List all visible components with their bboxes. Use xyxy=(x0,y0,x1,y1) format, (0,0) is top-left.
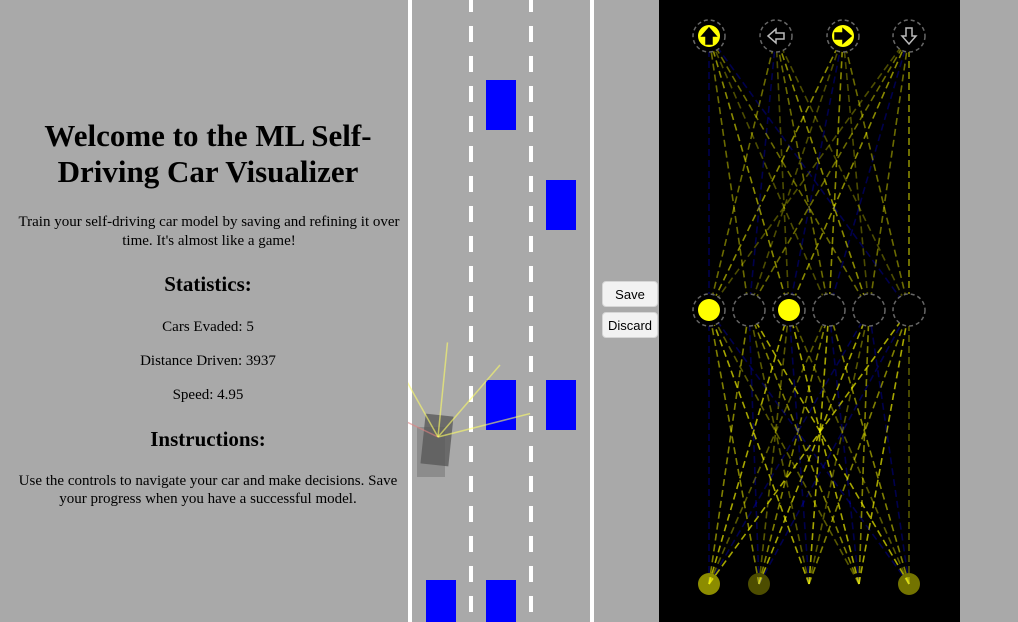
traffic-car xyxy=(486,80,516,130)
network-visualizer xyxy=(659,0,960,622)
road-canvas xyxy=(408,0,594,622)
instructions-text: Use the controls to navigate your car an… xyxy=(18,473,398,507)
player-car xyxy=(420,413,454,467)
input-node xyxy=(698,573,720,595)
input-node xyxy=(748,573,770,595)
traffic-car xyxy=(426,580,456,622)
traffic-car xyxy=(486,580,516,622)
instructions-heading: Instructions: xyxy=(150,427,266,451)
traffic-car xyxy=(546,180,576,230)
page-title: Welcome to the ML Self-Driving Car Visua… xyxy=(44,118,372,189)
hidden-node xyxy=(698,299,720,321)
controls-panel: Save Discard xyxy=(602,281,658,343)
save-button[interactable]: Save xyxy=(602,281,658,307)
info-panel: Welcome to the ML Self-Driving Car Visua… xyxy=(0,0,410,622)
traffic-car xyxy=(486,380,516,430)
traffic-car xyxy=(546,380,576,430)
speed-stat: Speed: 4.95 xyxy=(172,387,244,403)
statistics-heading: Statistics: xyxy=(164,272,252,296)
cars-evaded-stat: Cars Evaded: 5 xyxy=(162,319,254,335)
discard-button[interactable]: Discard xyxy=(602,312,658,338)
hidden-node xyxy=(778,299,800,321)
intro-text: Train your self-driving car model by sav… xyxy=(18,214,400,249)
distance-driven-stat: Distance Driven: 3937 xyxy=(140,353,276,369)
input-node xyxy=(898,573,920,595)
